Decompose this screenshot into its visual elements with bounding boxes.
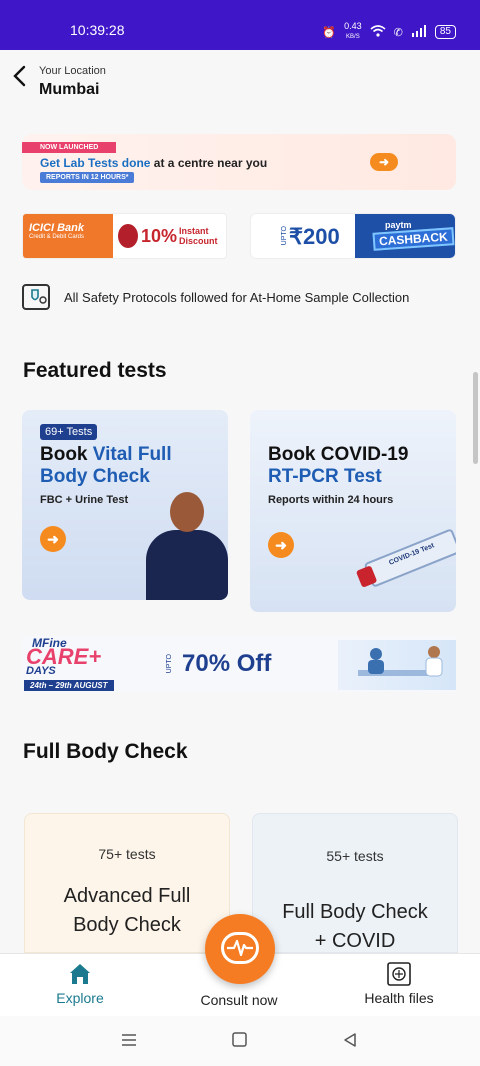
featured-tests-heading: Featured tests [23, 359, 167, 382]
chat-pulse-icon [221, 932, 259, 964]
card-title: Advanced Full Body Check [63, 885, 191, 936]
tests-count-badge: 69+ Tests [40, 424, 98, 440]
icici-discount-label: Instant Discount [179, 226, 218, 246]
care-days-banner[interactable]: MFine CARE+ DAYS 24th – 29th AUGUST UPTO… [22, 636, 456, 692]
health-files-icon [386, 962, 412, 986]
care-days-label: DAYS [26, 665, 56, 677]
home-icon [67, 962, 93, 986]
icici-offer-banner[interactable]: ICICI Bank Credit & Debit Cards 10% Inst… [22, 213, 227, 259]
lab-banner-title: Get Lab Tests done at a centre near you [40, 156, 268, 170]
arrow-right-icon: ➜ [370, 153, 398, 171]
card-subtitle: Reports within 24 hours [268, 494, 394, 506]
model-illustration [142, 488, 228, 600]
scrollbar[interactable] [473, 372, 478, 464]
paytm-amount: ₹200 [289, 224, 340, 249]
card-title: Book COVID-19 RT-PCR Test [268, 444, 409, 487]
card-title: Book Vital Full Body Check [40, 444, 172, 487]
wifi-icon [370, 24, 386, 40]
tests-count: 55+ tests [326, 848, 384, 864]
network-speed: 0.43 KB/S [344, 21, 362, 41]
safety-text: All Safety Protocols followed for At-Hom… [64, 289, 410, 305]
status-bar: 10:39:28 ⏰ 0.43 KB/S ✆ 85 [0, 0, 480, 50]
nav-explore-label: Explore [56, 990, 104, 1006]
arrow-right-icon[interactable]: ➜ [268, 532, 294, 558]
care-upto: UPTO [166, 654, 173, 674]
care-dates: 24th – 29th AUGUST [24, 680, 114, 691]
signal-icon [411, 24, 427, 40]
now-launched-tag: NOW LAUNCHED [22, 142, 117, 153]
nav-health-files-label: Health files [364, 990, 434, 1006]
status-time: 10:39:28 [70, 22, 125, 38]
system-navigation-bar [0, 1016, 480, 1066]
icici-logo: ICICI Bank Credit & Debit Cards [23, 214, 113, 258]
call-icon: ✆ [393, 26, 403, 39]
location-header: Your Location Mumbai [0, 50, 480, 112]
full-body-check-heading: Full Body Check [23, 740, 188, 763]
consult-now-button[interactable] [205, 914, 275, 984]
nav-explore[interactable]: Explore [20, 962, 140, 1006]
icici-percent: 10% [141, 226, 178, 246]
home-square-icon[interactable] [230, 1032, 250, 1050]
paytm-upto: UPTO [281, 226, 288, 246]
location-city[interactable]: Mumbai [39, 81, 99, 99]
care-offer: 70% Off [182, 650, 272, 677]
alarm-icon: ⏰ [322, 26, 337, 39]
paytm-cashback-badge: paytm CASHBACK [355, 214, 455, 258]
tests-count: 75+ tests [98, 846, 156, 862]
medal-icon [118, 224, 138, 248]
status-icons: ⏰ 0.43 KB/S ✆ 85 [322, 22, 456, 42]
location-label: Your Location [39, 65, 106, 77]
shield-icon [22, 284, 50, 310]
battery-icon: 85 [434, 25, 456, 39]
paytm-offer-banner[interactable]: UPTO ₹200 paytm CASHBACK [250, 213, 456, 259]
covid-rtpcr-card[interactable]: Book COVID-19 RT-PCR Test Reports within… [250, 410, 456, 612]
nav-consult[interactable]: Consult now [179, 992, 299, 1008]
menu-icon[interactable] [119, 1032, 139, 1050]
advanced-full-body-card[interactable]: 75+ tests Advanced Full Body Check [24, 813, 230, 953]
back-arrow-icon[interactable] [10, 64, 30, 88]
reports-tag: REPORTS IN 12 HOURS* [40, 172, 135, 183]
lab-test-banner[interactable]: NOW LAUNCHED Get Lab Tests done at a cen… [22, 134, 456, 190]
nav-consult-label: Consult now [200, 992, 278, 1008]
safety-notice: All Safety Protocols followed for At-Hom… [22, 283, 462, 311]
card-title: Full Body Check + COVID [282, 901, 428, 952]
test-tube-illustration: COVID-19 Test [355, 528, 456, 588]
doctor-consultation-illustration [338, 640, 456, 690]
full-body-covid-card[interactable]: 55+ tests Full Body Check + COVID [252, 813, 458, 953]
back-triangle-icon[interactable] [340, 1032, 360, 1050]
card-subtitle: FBC + Urine Test [40, 494, 129, 506]
arrow-right-icon[interactable]: ➜ [40, 526, 66, 552]
vital-full-body-card[interactable]: 69+ Tests Book Vital Full Body Check FBC… [22, 410, 228, 600]
nav-health-files[interactable]: Health files [339, 962, 459, 1006]
